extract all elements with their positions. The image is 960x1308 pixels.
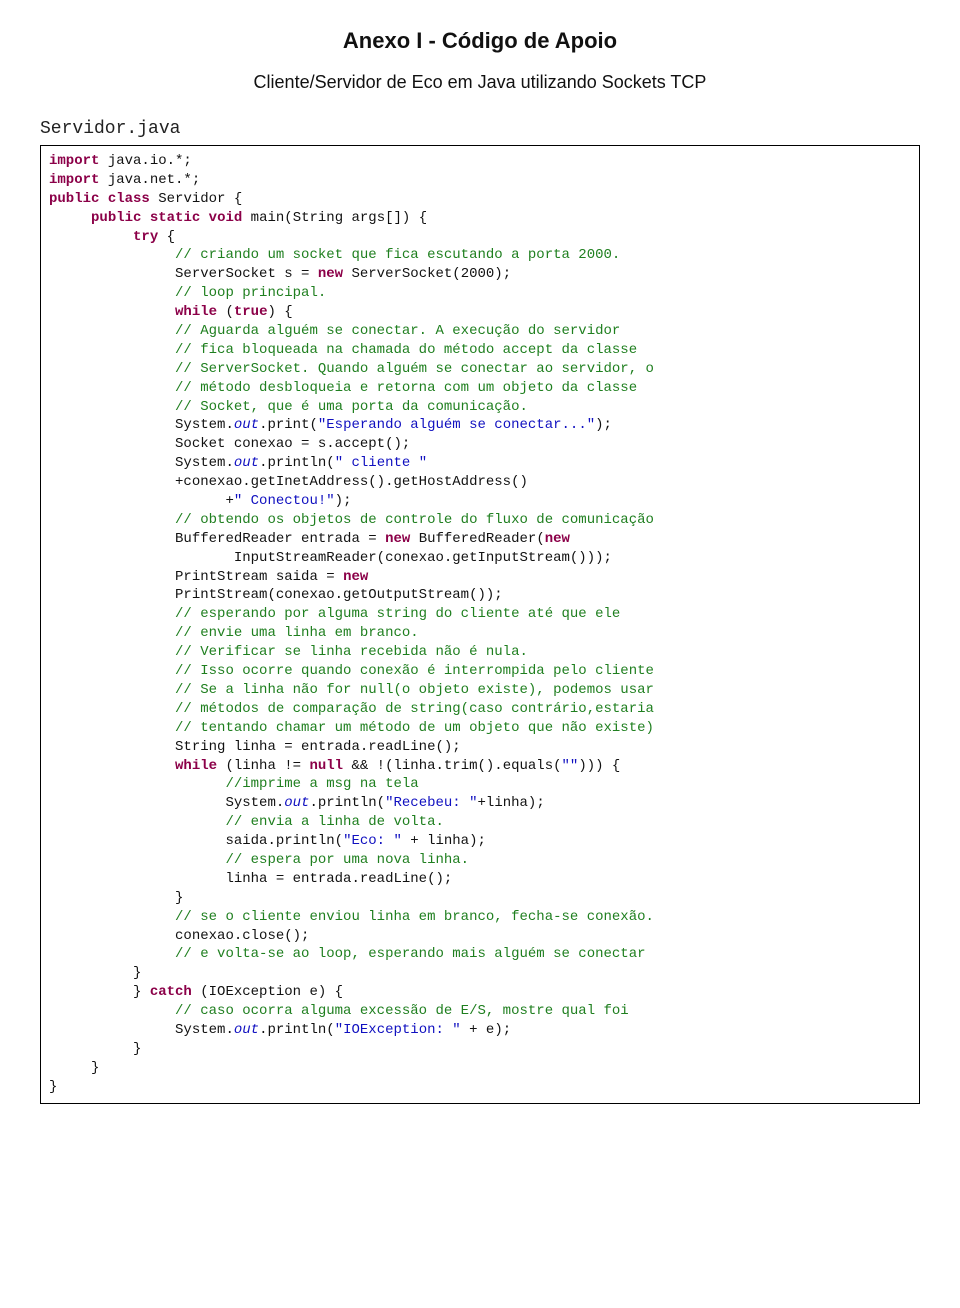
comment: // método desbloqueia e retorna com um o…: [175, 380, 637, 396]
comment: // espera por uma nova linha.: [225, 852, 469, 868]
keyword: public: [49, 191, 99, 207]
comment: // envie uma linha em branco.: [175, 625, 419, 641]
code-text: java.io.*;: [99, 153, 191, 169]
keyword: while: [175, 304, 217, 320]
code-text: .print(: [259, 417, 318, 433]
keyword: new: [318, 266, 343, 282]
comment: // fica bloqueada na chamada do método a…: [175, 342, 637, 358]
comment: // tentando chamar um método de um objet…: [175, 720, 654, 736]
keyword: class: [108, 191, 150, 207]
code-text: );: [595, 417, 612, 433]
code-text: }: [133, 984, 141, 1000]
code-text: }: [49, 1079, 57, 1095]
comment: // Socket, que é uma porta da comunicaçã…: [175, 399, 528, 415]
code-text: linha = entrada.readLine();: [225, 871, 452, 887]
static-field: out: [234, 455, 259, 471]
keyword: import: [49, 153, 99, 169]
code-text: Socket conexao = s.accept();: [175, 436, 410, 452]
string-literal: "Eco: ": [343, 833, 402, 849]
keyword: null: [309, 758, 343, 774]
comment: // Isso ocorre quando conexão é interrom…: [175, 663, 654, 679]
code-text: }: [91, 1060, 99, 1076]
keyword: new: [343, 569, 368, 585]
string-literal: "Esperando alguém se conectar...": [318, 417, 595, 433]
keyword: new: [545, 531, 570, 547]
code-text: ServerSocket(2000);: [343, 266, 511, 282]
code-text: }: [133, 965, 141, 981]
string-literal: " cliente ": [335, 455, 427, 471]
code-text: System.: [225, 795, 284, 811]
code-text: System.: [175, 1022, 234, 1038]
code-block: import java.io.*; import java.net.*; pub…: [40, 145, 920, 1104]
code-text: PrintStream(conexao.getOutputStream());: [175, 587, 503, 603]
code-text: ) {: [267, 304, 292, 320]
code-text: PrintStream saida =: [175, 569, 343, 585]
code-text: BufferedReader entrada =: [175, 531, 385, 547]
string-literal: "IOException: ": [335, 1022, 461, 1038]
code-text: }: [133, 1041, 141, 1057]
keyword: while: [175, 758, 217, 774]
keyword: true: [234, 304, 268, 320]
page-title: Anexo I - Código de Apoio: [40, 28, 920, 54]
comment: // e volta-se ao loop, esperando mais al…: [175, 946, 645, 962]
keyword: static: [150, 210, 200, 226]
code-text: saida.println(: [225, 833, 343, 849]
keyword: void: [209, 210, 243, 226]
comment: // loop principal.: [175, 285, 326, 301]
comment: // se o cliente enviou linha em branco, …: [175, 909, 654, 925]
string-literal: "": [562, 758, 579, 774]
comment: // Aguarda alguém se conectar. A execuçã…: [175, 323, 620, 339]
code-text: System.: [175, 455, 234, 471]
comment: // obtendo os objetos de controle do flu…: [175, 512, 654, 528]
code-text: +: [175, 493, 234, 509]
code-text: ))) {: [578, 758, 620, 774]
code-text: (linha !=: [217, 758, 309, 774]
keyword: public: [91, 210, 141, 226]
static-field: out: [234, 417, 259, 433]
keyword: import: [49, 172, 99, 188]
file-name-label: Servidor.java: [40, 119, 920, 139]
code-text: System.: [175, 417, 234, 433]
comment: // esperando por alguma string do client…: [175, 606, 620, 622]
comment: // caso ocorra alguma excessão de E/S, m…: [175, 1003, 629, 1019]
code-text: ServerSocket s =: [175, 266, 318, 282]
comment: // métodos de comparação de string(caso …: [175, 701, 654, 717]
string-literal: " Conectou!": [234, 493, 335, 509]
code-text: + e);: [461, 1022, 511, 1038]
code-text: String linha = entrada.readLine();: [175, 739, 461, 755]
code-text: conexao.close();: [175, 928, 309, 944]
code-text: (IOException e) {: [192, 984, 343, 1000]
code-text: .println(: [259, 455, 335, 471]
comment: // envia a linha de volta.: [225, 814, 443, 830]
code-text: java.net.*;: [99, 172, 200, 188]
code-text: Servidor {: [150, 191, 242, 207]
code-content: import java.io.*; import java.net.*; pub…: [49, 152, 911, 1097]
page-subtitle: Cliente/Servidor de Eco em Java utilizan…: [40, 72, 920, 93]
code-text: {: [158, 229, 175, 245]
code-text: main(String args[]) {: [242, 210, 427, 226]
static-field: out: [284, 795, 309, 811]
comment: // Verificar se linha recebida não é nul…: [175, 644, 528, 660]
keyword: try: [133, 229, 158, 245]
keyword: new: [385, 531, 410, 547]
code-text: .println(: [309, 795, 385, 811]
code-text: (: [217, 304, 234, 320]
comment: // ServerSocket. Quando alguém se conect…: [175, 361, 654, 377]
code-text: .println(: [259, 1022, 335, 1038]
code-text: +conexao.getInetAddress().getHostAddress…: [175, 474, 528, 490]
comment: // criando um socket que fica escutando …: [175, 247, 620, 263]
code-text: BufferedReader(: [410, 531, 544, 547]
string-literal: "Recebeu: ": [385, 795, 477, 811]
code-text: }: [175, 890, 183, 906]
static-field: out: [234, 1022, 259, 1038]
code-text: && !(linha.trim().equals(: [343, 758, 561, 774]
code-text: );: [335, 493, 352, 509]
code-text: InputStreamReader(conexao.getInputStream…: [175, 550, 612, 566]
code-text: +linha);: [478, 795, 545, 811]
keyword: catch: [150, 984, 192, 1000]
comment: // Se a linha não for null(o objeto exis…: [175, 682, 654, 698]
code-text: + linha);: [402, 833, 486, 849]
comment: //imprime a msg na tela: [225, 776, 418, 792]
